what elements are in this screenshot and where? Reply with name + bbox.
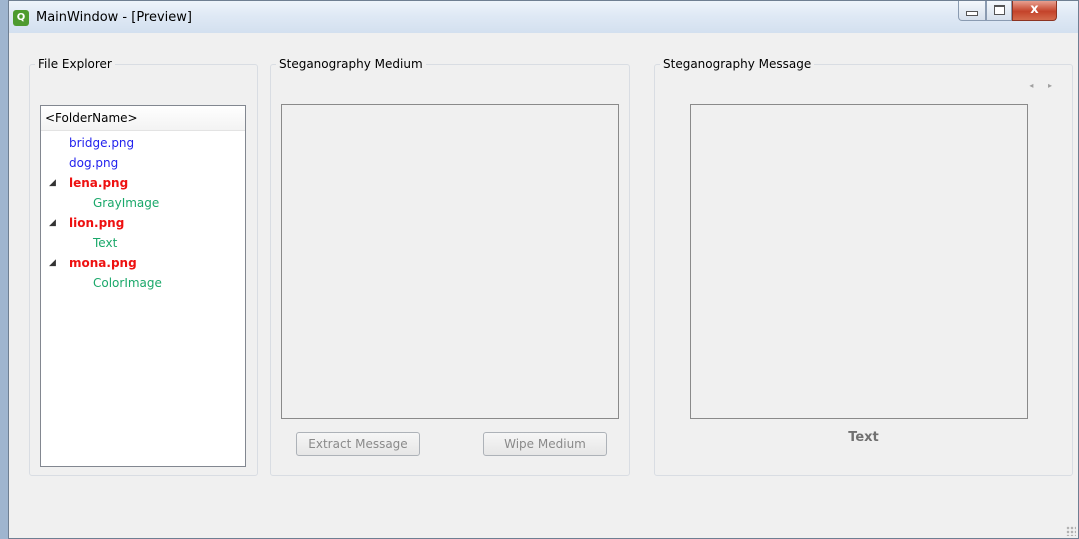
message-title: Steganography Message (660, 56, 815, 72)
medium-title: Steganography Medium (276, 56, 426, 72)
close-button[interactable]: x (1012, 1, 1057, 21)
medium-group: Steganography Medium Extract Message Wip… (270, 56, 630, 476)
tree-item-file[interactable]: ◢ mona.png (41, 253, 245, 273)
main-window: Q MainWindow - [Preview] x File Explorer… (8, 0, 1079, 539)
title-bar[interactable]: Q MainWindow - [Preview] x (9, 1, 1078, 33)
tree-item-file[interactable]: dog.png (41, 153, 245, 173)
maximize-icon (993, 5, 1005, 15)
tree-item-label: Text (93, 236, 118, 250)
tree-item-child[interactable]: Text (41, 233, 245, 253)
minimize-icon (966, 10, 978, 16)
expand-arrow-icon[interactable]: ◢ (49, 253, 56, 273)
tree-item-file[interactable]: bridge.png (41, 133, 245, 153)
tree-items: bridge.png dog.png ◢ lena.png GrayImage ◢ lion… (41, 131, 245, 293)
file-explorer-title: File Explorer (35, 56, 115, 72)
tree-item-label: ColorImage (93, 276, 162, 290)
tree-item-file[interactable]: ◢ lion.png (41, 213, 245, 233)
tree-item-label: GrayImage (93, 196, 160, 210)
tree-item-label: lena.png (69, 176, 129, 190)
tree-item-label: dog.png (69, 156, 119, 170)
tree-header[interactable]: <FolderName> (41, 106, 245, 131)
message-group: Steganography Message ◂ ▸ Text (654, 56, 1073, 476)
qt-app-icon: Q (13, 10, 29, 26)
client-area: File Explorer <FolderName> bridge.png dog… (9, 33, 1078, 538)
file-explorer-group: File Explorer <FolderName> bridge.png dog… (29, 56, 258, 476)
resize-grip-icon[interactable] (1066, 526, 1076, 536)
tree-item-child[interactable]: ColorImage (41, 273, 245, 293)
wipe-medium-button[interactable]: Wipe Medium (483, 432, 607, 456)
file-tree[interactable]: <FolderName> bridge.png dog.png ◢ lena.png G… (40, 105, 246, 467)
tree-item-child[interactable]: GrayImage (41, 193, 245, 213)
tree-item-label: bridge.png (69, 136, 135, 150)
tree-item-label: mona.png (69, 256, 137, 270)
tree-item-file[interactable]: ◢ lena.png (41, 173, 245, 193)
expand-arrow-icon[interactable]: ◢ (49, 173, 56, 193)
window-title: MainWindow - [Preview] (36, 10, 192, 25)
extract-message-button[interactable]: Extract Message (296, 432, 420, 456)
expand-arrow-icon[interactable]: ◢ (49, 213, 56, 233)
tree-item-label: lion.png (69, 216, 125, 230)
medium-image-frame (281, 104, 619, 419)
close-icon: x (1030, 2, 1039, 17)
minimize-button[interactable] (958, 1, 986, 21)
maximize-button[interactable] (986, 1, 1012, 21)
message-type-label: Text (848, 430, 879, 445)
tab-scroll-arrows-icon[interactable]: ◂ ▸ (1029, 81, 1058, 90)
message-frame (690, 104, 1028, 419)
